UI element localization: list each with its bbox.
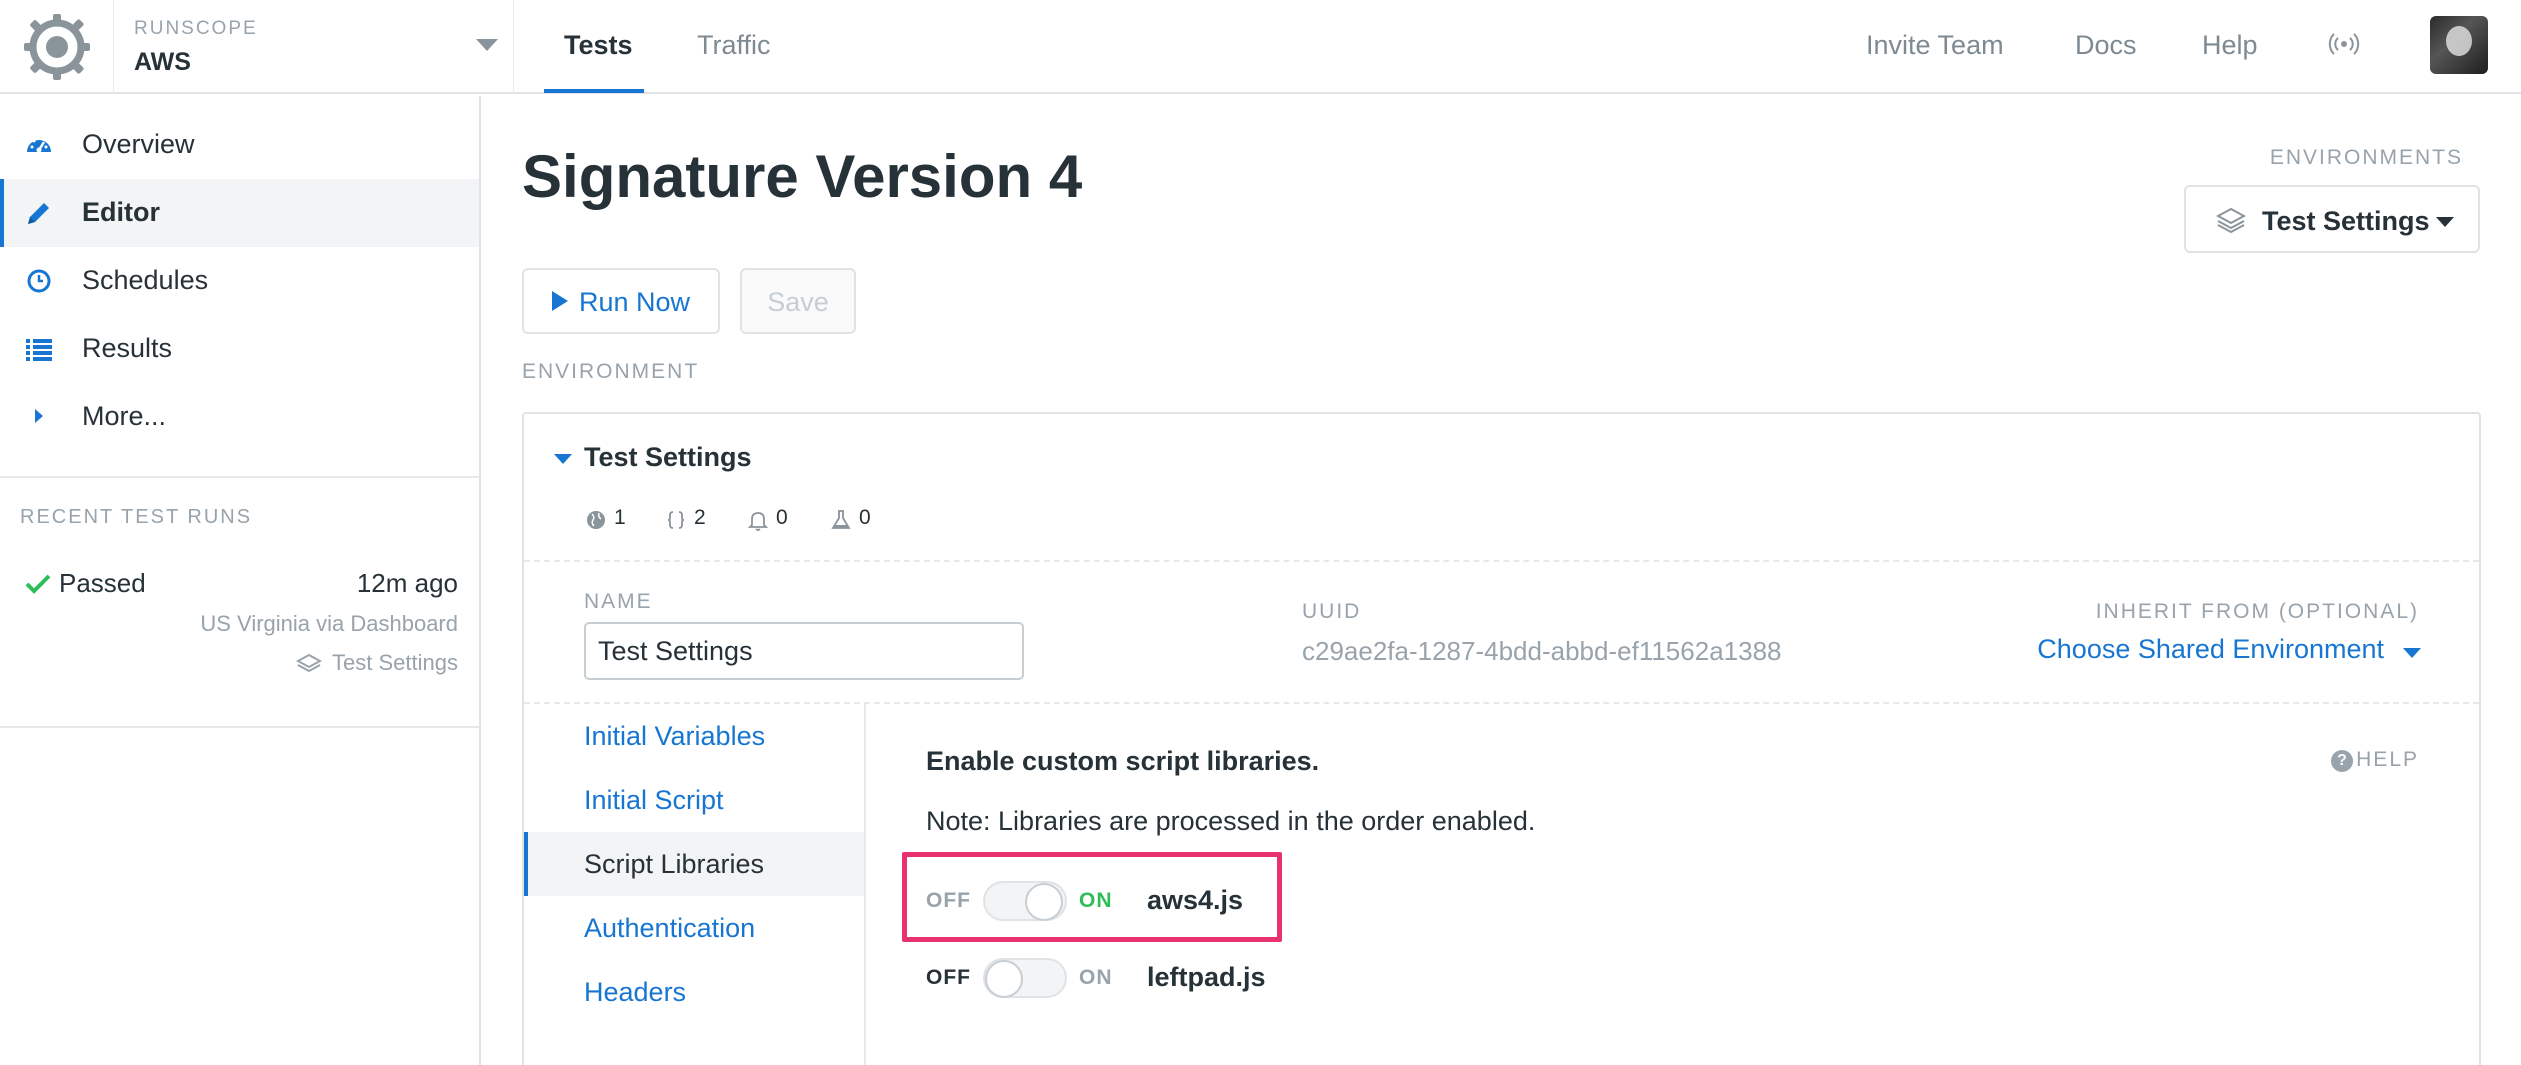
uuid-label: UUID — [1302, 600, 1362, 623]
pencil-icon — [28, 203, 49, 224]
recent-runs-title: RECENT TEST RUNS — [20, 506, 253, 528]
subnav-initial-variables[interactable]: Initial Variables — [524, 704, 864, 768]
layers-icon — [296, 653, 322, 673]
tab-traffic[interactable]: Traffic — [697, 30, 771, 61]
run-now-label: Run Now — [579, 287, 691, 317]
environment-name-input[interactable] — [584, 622, 1024, 680]
list-icon — [26, 339, 52, 361]
docs-link[interactable]: Docs — [2075, 30, 2137, 61]
subnav-initial-script[interactable]: Initial Script — [524, 768, 864, 832]
subnav-headers[interactable]: Headers — [524, 960, 864, 1024]
run-location: US Virginia via Dashboard — [200, 611, 458, 636]
sidebar-item-more[interactable]: More... — [0, 383, 479, 451]
top-bar: RUNSCOPE AWS Tests Traffic Invite Team D… — [0, 0, 2521, 94]
environment-select[interactable]: Test Settings — [2184, 185, 2480, 253]
library-name: leftpad.js — [1147, 962, 1266, 992]
help-circle-icon[interactable]: ? — [2331, 750, 2353, 772]
toggle-knob — [985, 960, 1023, 998]
help-link[interactable]: Help — [2202, 30, 2258, 61]
tests-count: 0 — [859, 506, 871, 529]
subnav-label: Initial Script — [584, 785, 724, 815]
bucket-divider — [513, 0, 514, 94]
subnav-script-libraries[interactable]: Script Libraries — [524, 832, 864, 896]
invite-team-link[interactable]: Invite Team — [1866, 30, 2004, 61]
environment-subnav: Initial Variables Initial Script Script … — [524, 704, 866, 1065]
sidebar: Overview Editor Schedules Results More..… — [0, 96, 481, 1065]
sidebar-item-schedules[interactable]: Schedules — [0, 247, 479, 315]
notifications-count: 0 — [776, 506, 788, 529]
chevron-down-icon — [2436, 217, 2454, 227]
libraries-note: Note: Libraries are processed in the ord… — [926, 806, 1536, 836]
run-environment: Test Settings — [332, 650, 458, 675]
sidebar-divider — [0, 726, 479, 728]
sidebar-item-label: Editor — [82, 197, 160, 227]
save-button[interactable]: Save — [740, 268, 856, 334]
check-icon — [25, 574, 51, 594]
braces-icon — [667, 511, 685, 529]
subnav-label: Authentication — [584, 913, 756, 943]
name-label: NAME — [584, 590, 653, 613]
bucket-dropdown-icon[interactable] — [476, 39, 498, 51]
toggle-on-label: ON — [1079, 966, 1113, 989]
environment-section-label: ENVIRONMENT — [522, 360, 700, 383]
subnav-label: Script Libraries — [584, 849, 765, 879]
page-title: Signature Version 4 — [522, 143, 1083, 210]
broadcast-icon[interactable] — [2328, 28, 2360, 60]
subnav-label: Headers — [584, 977, 687, 1007]
bucket-name[interactable]: AWS — [134, 48, 191, 77]
brand-divider — [113, 0, 114, 94]
sidebar-item-label: More... — [82, 401, 167, 431]
run-now-button[interactable]: Run Now — [522, 268, 720, 334]
toggle-off-label: OFF — [926, 966, 971, 989]
inherit-label: INHERIT FROM (OPTIONAL) — [2095, 600, 2419, 623]
sidebar-item-results[interactable]: Results — [0, 315, 479, 383]
runscope-logo-icon[interactable] — [22, 12, 92, 82]
help-link[interactable]: HELP — [2356, 748, 2419, 772]
panel-divider — [524, 560, 2479, 562]
sidebar-item-label: Schedules — [82, 265, 209, 295]
sidebar-item-overview[interactable]: Overview — [0, 111, 479, 179]
subnav-label: Initial Variables — [584, 721, 766, 751]
sidebar-item-label: Results — [82, 333, 173, 363]
clock-icon — [27, 269, 51, 293]
dashboard-icon — [27, 137, 51, 153]
run-status[interactable]: Passed — [59, 568, 146, 599]
highlight-box — [902, 852, 1282, 942]
active-tab-indicator — [544, 89, 644, 93]
chevron-down-icon[interactable] — [2403, 648, 2421, 658]
sidebar-divider — [0, 476, 479, 478]
globe-icon — [587, 511, 605, 529]
play-icon — [552, 291, 568, 311]
script-libraries-title: Enable custom script libraries. — [926, 746, 1320, 776]
library-toggle[interactable] — [983, 958, 1067, 998]
sidebar-item-label: Overview — [82, 129, 195, 159]
panel-title[interactable]: Test Settings — [584, 442, 752, 473]
flask-icon — [831, 510, 851, 529]
environment-select-label: Test Settings — [2262, 206, 2430, 236]
caret-right-icon — [35, 409, 43, 423]
regions-count: 1 — [614, 506, 626, 529]
bell-icon — [747, 512, 769, 531]
environment-panel: Test Settings 1 2 0 0 NAME UUID c29ae2fa… — [522, 412, 2481, 1065]
environments-label: ENVIRONMENTS — [2269, 146, 2463, 169]
subnav-authentication[interactable]: Authentication — [524, 896, 864, 960]
user-avatar[interactable] — [2430, 16, 2488, 74]
variables-count: 2 — [694, 506, 706, 529]
layers-icon — [2216, 207, 2246, 234]
uuid-value: c29ae2fa-1287-4bdd-abbd-ef11562a1388 — [1302, 636, 1782, 666]
save-label: Save — [767, 287, 829, 317]
tab-tests[interactable]: Tests — [564, 30, 633, 61]
brand-label: RUNSCOPE — [134, 18, 258, 39]
sidebar-item-editor[interactable]: Editor — [0, 179, 479, 247]
choose-shared-environment-link[interactable]: Choose Shared Environment — [2037, 634, 2384, 665]
collapse-caret-icon[interactable] — [554, 454, 572, 464]
run-time: 12m ago — [356, 568, 458, 598]
